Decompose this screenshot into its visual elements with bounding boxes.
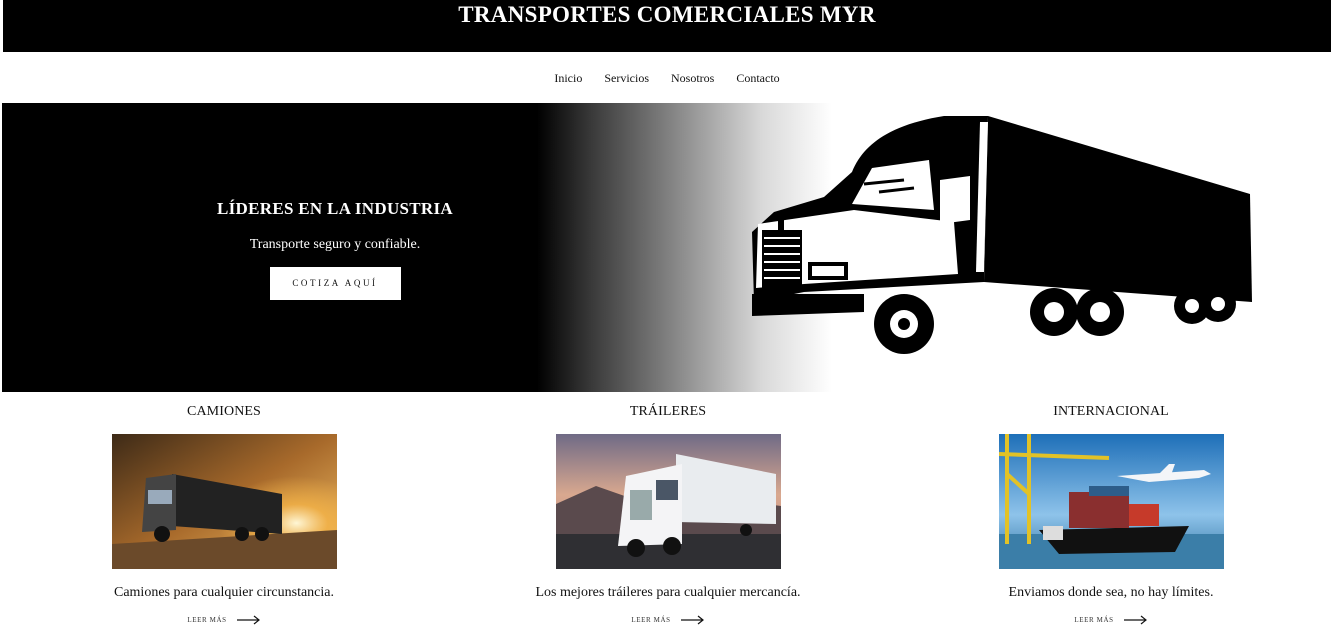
read-more-link[interactable]: LEER MÁS: [74, 615, 374, 625]
truck-photo-icon: [111, 434, 337, 569]
read-more-label: LEER MÁS: [187, 616, 227, 624]
read-more-link[interactable]: LEER MÁS: [961, 615, 1261, 625]
service-card-internacional: INTERNACIONAL Enviamos donde sea, no hay…: [961, 392, 1261, 625]
service-title: CAMIONES: [187, 404, 261, 419]
service-description: Enviamos donde sea, no hay límites.: [1008, 585, 1214, 600]
arrow-right-icon: [1123, 615, 1147, 625]
read-more-link[interactable]: LEER MÁS: [518, 615, 818, 625]
service-description: Los mejores tráileres para cualquier mer…: [535, 585, 801, 600]
nav-item-inicio[interactable]: Inicio: [543, 58, 593, 98]
site-title: TRANSPORTES COMERCIALES MYR: [458, 2, 876, 27]
nav-item-nosotros[interactable]: Nosotros: [660, 58, 725, 98]
hero-heading: LÍDERES EN LA INDUSTRIA: [217, 199, 453, 218]
arrow-right-icon: [680, 615, 704, 625]
service-card-camiones: CAMIONES Camiones para cualquier circuns…: [74, 392, 374, 625]
arrow-right-icon: [236, 615, 260, 625]
trailer-photo-icon: [555, 434, 781, 569]
read-more-label: LEER MÁS: [1074, 616, 1114, 624]
service-title: TRÁILERES: [629, 404, 707, 419]
top-banner: TRANSPORTES COMERCIALES MYR: [3, 0, 1331, 52]
nav-item-contacto[interactable]: Contacto: [725, 58, 790, 98]
service-description: Camiones para cualquier circunstancia.: [113, 585, 334, 600]
services-section: CAMIONES Camiones para cualquier circuns…: [0, 392, 1334, 635]
quote-button[interactable]: COTIZA AQUÍ: [269, 267, 401, 300]
nav-item-servicios[interactable]: Servicios: [593, 58, 660, 98]
hero-text-block: LÍDERES EN LA INDUSTRIA Transporte segur…: [152, 199, 518, 300]
ship-plane-photo-icon: [998, 434, 1224, 569]
truck-silhouette-icon: [752, 116, 1252, 354]
main-nav: Inicio Servicios Nosotros Contacto: [0, 52, 1334, 103]
read-more-label: LEER MÁS: [631, 616, 671, 624]
hero-subheading: Transporte seguro y confiable.: [249, 237, 421, 252]
service-title: INTERNACIONAL: [1053, 404, 1169, 419]
hero-section: LÍDERES EN LA INDUSTRIA Transporte segur…: [2, 103, 1334, 392]
service-card-traileres: TRÁILERES Los mejores tráileres para cua…: [518, 392, 818, 625]
